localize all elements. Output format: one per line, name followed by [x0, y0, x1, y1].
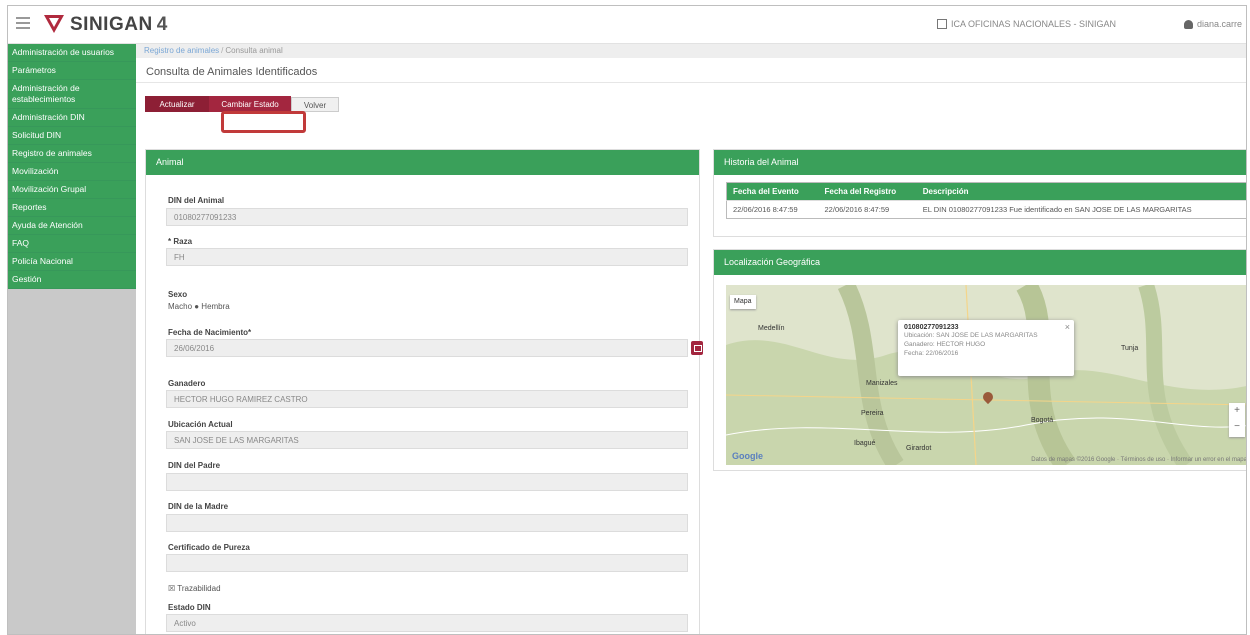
popup-line: Ganadero: HECTOR HUGO — [904, 341, 986, 348]
back-button[interactable]: Volver — [291, 97, 339, 112]
update-button[interactable]: Actualizar — [145, 96, 209, 112]
map-city-label: Manizales — [866, 380, 898, 387]
sidebar-menu: Administración de usuarios Parámetros Ad… — [8, 44, 136, 289]
raza-label: * Raza — [168, 237, 193, 246]
sidebar-item-usuarios[interactable]: Administración de usuarios — [8, 44, 136, 62]
din-label: DIN del Animal — [168, 196, 225, 205]
breadcrumb-parent[interactable]: Registro de animales — [144, 46, 219, 55]
app-window: SINIGAN 4 ICA OFICINAS NACIONALES - SINIG… — [7, 5, 1247, 635]
sexo-radio-group[interactable]: Macho ● Hembra — [168, 302, 230, 311]
map-info-popup: × 01080277091233 Ubicación: SAN JOSE DE … — [898, 320, 1074, 376]
map[interactable]: Mapa Medellín Pereira Bogotá Tunja Ibagu… — [726, 285, 1247, 465]
raza-select[interactable]: FH — [166, 248, 688, 266]
breadcrumb: Registro de animales / Consulta animal — [136, 44, 1246, 58]
din-padre-label: DIN del Padre — [168, 461, 221, 470]
sidebar-item-solicitud-din[interactable]: Solicitud DIN — [8, 127, 136, 145]
calendar-icon[interactable] — [691, 341, 703, 355]
sidebar-item-policia[interactable]: Policía Nacional — [8, 253, 136, 271]
ganadero-label: Ganadero — [168, 379, 206, 388]
table-header-row: Fecha del Evento Fecha del Registro Desc… — [726, 182, 1246, 201]
ubicacion-label: Ubicación Actual — [168, 420, 233, 429]
zoom-control[interactable]: + − — [1229, 403, 1245, 437]
nacimiento-field[interactable]: 26/06/2016 — [166, 339, 688, 357]
office-icon — [936, 19, 947, 29]
ubicacion-field[interactable]: SAN JOSE DE LAS MARGARITAS — [166, 431, 688, 449]
brand-version: 4 — [156, 14, 168, 35]
user-menu[interactable]: diana.carre — [1183, 19, 1242, 29]
sidebar-item-gestion[interactable]: Gestión — [8, 271, 136, 289]
history-panel-title: Historia del Animal — [714, 150, 1246, 175]
sidebar-item-movilizacion-grupal[interactable]: Movilización Grupal — [8, 181, 136, 199]
office-selector[interactable]: ICA OFICINAS NACIONALES - SINIGAN — [936, 19, 1116, 29]
sidebar-item-faq[interactable]: FAQ — [8, 235, 136, 253]
change-state-button[interactable]: Cambiar Estado — [209, 96, 291, 112]
brand-logo-icon — [44, 15, 64, 33]
din-madre-label: DIN de la Madre — [168, 502, 229, 511]
highlight-box — [221, 111, 306, 133]
column-header: Fecha del Evento — [726, 182, 819, 201]
table-row: 22/06/2016 8:47:59 22/06/2016 8:47:59 EL… — [726, 200, 1246, 219]
breadcrumb-separator: / — [221, 46, 224, 55]
din-field[interactable]: 01080277091233 — [166, 208, 688, 226]
breadcrumb-current: Consulta animal — [225, 46, 283, 55]
trazabilidad-checkbox[interactable]: ☒ Trazabilidad — [168, 584, 221, 593]
map-footer: Datos de mapas ©2016 Google · Términos d… — [1031, 457, 1247, 463]
map-city-label: Tunja — [1121, 345, 1139, 352]
user-icon — [1183, 19, 1193, 29]
sexo-label: Sexo — [168, 290, 188, 299]
google-logo: Google — [732, 451, 763, 461]
map-city-label: Girardot — [906, 445, 932, 452]
brand-title: SINIGAN 4 — [70, 14, 168, 36]
sidebar-item-admin-din[interactable]: Administración DIN — [8, 109, 136, 127]
animal-panel-title: Animal — [146, 150, 699, 175]
nacimiento-label: Fecha de Nacimiento* — [168, 328, 252, 337]
history-table: Fecha del Evento Fecha del Registro Desc… — [726, 182, 1246, 219]
sidebar-item-ayuda[interactable]: Ayuda de Atención — [8, 217, 136, 235]
geo-panel: Localización Geográfica Mapa Medellín Pe… — [713, 249, 1247, 471]
sidebar: Administración de usuarios Parámetros Ad… — [8, 44, 136, 634]
estado-field[interactable]: Activo — [166, 614, 688, 632]
trazabilidad-label: Trazabilidad — [177, 584, 221, 593]
brand-name: SINIGAN — [70, 14, 153, 35]
hamburger-icon[interactable] — [16, 17, 30, 29]
certificado-label: Certificado de Pureza — [168, 543, 250, 552]
din-madre-field[interactable] — [166, 514, 688, 532]
sidebar-item-parametros[interactable]: Parámetros — [8, 62, 136, 80]
popup-line: Ubicación: SAN JOSE DE LAS MARGARITAS — [904, 332, 1038, 339]
sidebar-item-movilizacion[interactable]: Movilización — [8, 163, 136, 181]
estado-label: Estado DIN — [168, 603, 211, 612]
office-label: ICA OFICINAS NACIONALES - SINIGAN — [950, 19, 1116, 29]
column-header: Descripción — [916, 182, 1246, 201]
top-bar: SINIGAN 4 ICA OFICINAS NACIONALES - SINIG… — [8, 6, 1246, 44]
certificado-field[interactable] — [166, 554, 688, 572]
popup-title: 01080277091233 — [904, 324, 959, 331]
table-cell: 22/06/2016 8:47:59 — [726, 200, 819, 219]
animal-panel: Animal DIN del Animal 01080277091233 * R… — [145, 149, 703, 634]
popup-line: Fecha: 22/06/2016 — [904, 350, 959, 357]
main-content: Registro de animales / Consulta animal Con… — [136, 44, 1247, 634]
map-city-label: Bogotá — [1031, 417, 1054, 424]
table-cell: 22/06/2016 8:47:59 — [818, 200, 917, 219]
map-city-label: Pereira — [861, 410, 884, 417]
map-city-label: Medellín — [758, 325, 785, 332]
ganadero-field[interactable]: HECTOR HUGO RAMIREZ CASTRO — [166, 390, 688, 408]
table-cell: EL DIN 01080277091233 Fue identificado e… — [916, 200, 1246, 219]
map-type-button[interactable]: Mapa — [730, 295, 756, 309]
close-icon[interactable]: × — [1065, 322, 1070, 332]
user-name: diana.carre — [1196, 19, 1242, 29]
column-header: Fecha del Registro — [818, 182, 917, 201]
page-title: Consulta de Animales Identificados — [146, 66, 318, 78]
din-padre-field[interactable] — [166, 473, 688, 491]
sidebar-item-reportes[interactable]: Reportes — [8, 199, 136, 217]
history-panel: Historia del Animal Fecha del Evento Fec… — [713, 149, 1246, 237]
geo-panel-title: Localización Geográfica — [714, 250, 1246, 275]
divider — [136, 82, 1246, 83]
sidebar-item-registro-animales[interactable]: Registro de animales — [8, 145, 136, 163]
map-city-label: Ibagué — [854, 440, 876, 447]
sidebar-item-establecimientos[interactable]: Administración de establecimientos — [8, 80, 136, 109]
